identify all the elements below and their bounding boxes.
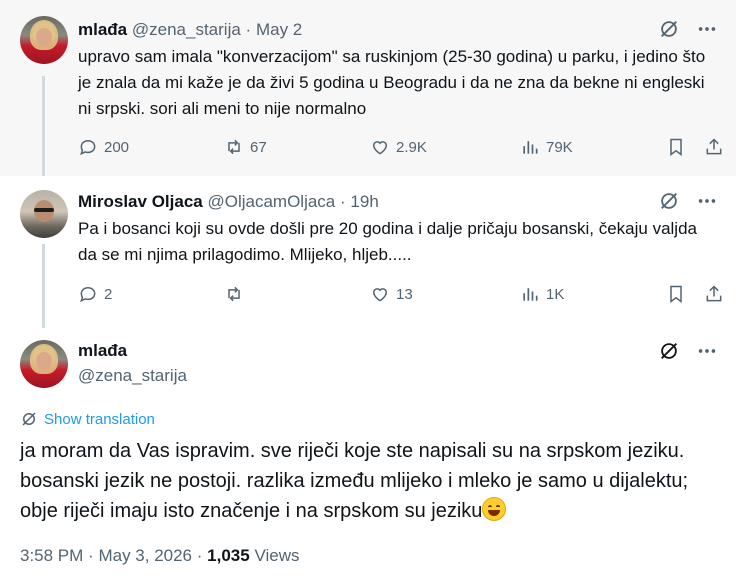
views-label: Views — [254, 546, 300, 565]
reply-count: 200 — [104, 138, 130, 156]
grok-icon[interactable] — [658, 18, 680, 40]
bookmark-button[interactable] — [666, 137, 686, 157]
author-handle[interactable]: @zena_starija — [132, 20, 241, 39]
like-count: 2.9K — [396, 138, 427, 156]
share-button[interactable] — [704, 137, 724, 157]
bookmark-icon — [670, 138, 682, 156]
reply-count: 2 — [104, 285, 113, 303]
tweet-time[interactable]: May 2 — [256, 20, 302, 39]
separator-dot: · — [196, 546, 203, 565]
tweet-time[interactable]: 19h — [350, 192, 378, 211]
more-icon[interactable] — [696, 18, 718, 40]
show-translation-link[interactable]: Show translation — [20, 410, 155, 428]
tweet-actions: 2 13 1K — [78, 284, 730, 308]
reply-button[interactable]: 200 — [78, 137, 129, 157]
separator-dot: · — [88, 546, 94, 565]
tweet-text-content: ja moram da Vas ispravim. sve riječi koj… — [20, 440, 689, 522]
like-button[interactable]: 2.9K — [370, 137, 427, 157]
tweet-2[interactable]: Miroslav Oljaca @OljacamOljaca · 19h Pa … — [0, 176, 736, 328]
avatar[interactable] — [20, 340, 68, 388]
views-count: 1,035 — [207, 546, 250, 565]
tweet-meta: 3:58 PM · May 3, 2026 · 1,035 Views — [20, 546, 299, 566]
reply-button[interactable]: 2 — [78, 284, 112, 304]
share-button[interactable] — [704, 284, 724, 304]
retweet-button[interactable] — [224, 284, 250, 304]
main-tweet: mlađa @zena_starija Show translation ja … — [0, 328, 736, 577]
tweet-1[interactable]: mlađa @zena_starija · May 2 upravo sam i… — [0, 0, 736, 176]
tweet-time[interactable]: 3:58 PM — [20, 546, 83, 565]
avatar[interactable] — [20, 190, 68, 238]
tweet-top-icons — [658, 190, 718, 212]
share-icon — [706, 138, 722, 155]
bookmark-button[interactable] — [666, 284, 686, 304]
reply-icon — [80, 139, 96, 156]
author-name[interactable]: mlađa — [78, 20, 127, 39]
tweet-header: mlađa @zena_starija · May 2 — [78, 19, 302, 41]
tweet-text: upravo sam imala "konverzacijom" sa rusk… — [78, 47, 706, 118]
retweet-button[interactable]: 67 — [224, 137, 267, 157]
translate-icon — [22, 412, 36, 426]
more-icon[interactable] — [696, 340, 718, 362]
tweet-actions: 200 67 2.9K 79K — [78, 137, 730, 161]
tweet-header: Miroslav Oljaca @OljacamOljaca · 19h — [78, 191, 379, 213]
views-icon — [523, 141, 538, 154]
views-icon — [523, 288, 538, 301]
views-count: 1K — [546, 285, 565, 303]
views-button[interactable]: 1K — [520, 284, 564, 304]
views-count: 79K — [546, 138, 573, 156]
separator-dot: · — [340, 192, 346, 211]
show-translation-label[interactable]: Show translation — [44, 411, 155, 428]
more-icon[interactable] — [696, 190, 718, 212]
tweet-text: Pa i bosanci koji su ovde došli pre 20 g… — [78, 219, 697, 264]
tweet-date[interactable]: May 3, 2026 — [98, 546, 192, 565]
bookmark-icon — [670, 285, 682, 303]
retweet-icon — [228, 139, 240, 155]
grok-icon[interactable] — [658, 190, 680, 212]
author-block: mlađa @zena_starija — [78, 340, 187, 388]
tweet-top-icons — [658, 18, 718, 40]
author-name[interactable]: Miroslav Oljaca — [78, 192, 203, 211]
grok-icon[interactable] — [658, 340, 680, 362]
author-handle[interactable]: @OljacamOljaca — [207, 192, 335, 211]
grinning-face-emoji — [482, 497, 507, 521]
views-button[interactable]: 79K — [520, 137, 573, 157]
retweet-icon — [228, 286, 240, 302]
like-count: 13 — [396, 285, 413, 303]
avatar[interactable] — [20, 16, 68, 64]
author-handle[interactable]: @zena_starija — [78, 364, 187, 388]
separator-dot: · — [245, 20, 252, 39]
thread-line — [42, 244, 45, 330]
retweet-count: 67 — [250, 138, 267, 156]
reply-icon — [80, 286, 96, 303]
tweet-top-icons — [658, 340, 718, 362]
thread-line — [42, 76, 45, 176]
heart-icon — [372, 141, 388, 155]
tweet-text: ja moram da Vas ispravim. sve riječi koj… — [20, 436, 720, 526]
like-button[interactable]: 13 — [370, 284, 413, 304]
author-name[interactable]: mlađa — [78, 340, 187, 362]
heart-icon — [372, 288, 388, 302]
share-icon — [706, 285, 722, 302]
